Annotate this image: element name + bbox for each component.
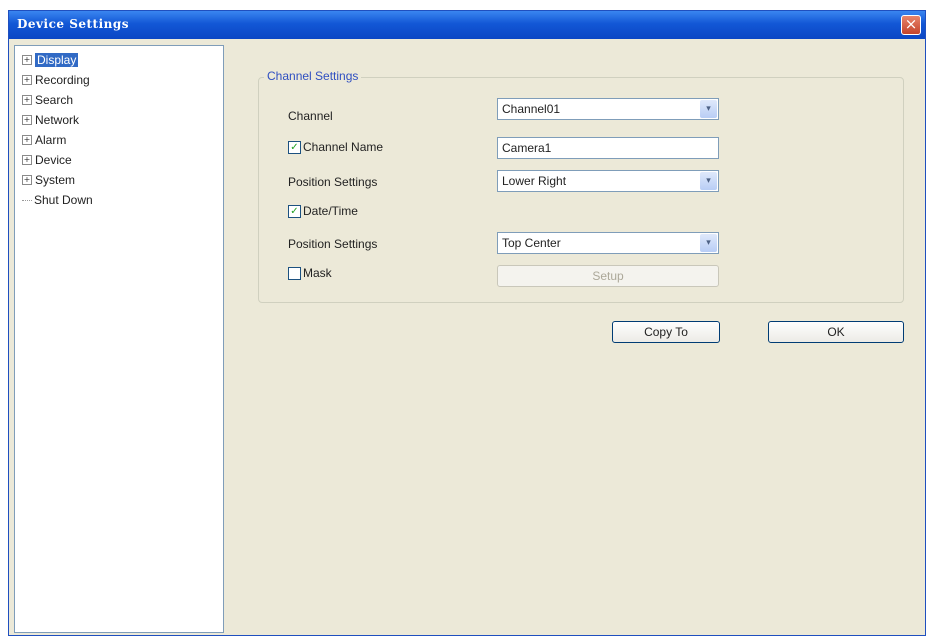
tree-connector <box>22 199 32 201</box>
tree-item-device[interactable]: + Device <box>22 152 72 168</box>
tree-item-label: Recording <box>35 73 90 87</box>
ok-button[interactable]: OK <box>768 321 904 343</box>
channel-name-value: Camera1 <box>502 141 552 155</box>
expand-icon[interactable]: + <box>22 115 32 125</box>
expand-icon[interactable]: + <box>22 175 32 185</box>
position-settings-value: Lower Right <box>502 174 567 188</box>
tree-item-network[interactable]: + Network <box>22 112 79 128</box>
chevron-down-icon[interactable]: ▾ <box>700 234 717 252</box>
channel-name-input[interactable]: Camera1 <box>497 137 719 159</box>
device-settings-window: Device Settings × + Display + Recording … <box>8 10 926 636</box>
tree-item-display[interactable]: + Display <box>22 52 79 68</box>
channel-name-checkbox[interactable]: ✓ <box>288 141 301 154</box>
datetime-label: Date/Time <box>303 204 358 218</box>
window-title: Device Settings <box>17 17 130 31</box>
tree-item-recording[interactable]: + Recording <box>22 72 90 88</box>
channel-name-label: Channel Name <box>303 140 384 154</box>
expand-icon[interactable]: + <box>22 155 32 165</box>
close-icon: × <box>904 15 918 33</box>
channel-settings-title: Channel Settings <box>264 69 362 83</box>
channel-value: Channel01 <box>502 102 561 116</box>
position-settings-label-2: Position Settings <box>288 237 378 251</box>
position-settings-dropdown-2[interactable]: Top Center ▾ <box>497 232 719 254</box>
close-button[interactable]: × <box>901 15 921 35</box>
tree-item-label: Shut Down <box>34 193 93 207</box>
expand-icon[interactable]: + <box>22 135 32 145</box>
tree-item-alarm[interactable]: + Alarm <box>22 132 66 148</box>
position-settings-label: Position Settings <box>288 175 378 189</box>
channel-dropdown[interactable]: Channel01 ▾ <box>497 98 719 120</box>
tree-item-system[interactable]: + System <box>22 172 75 188</box>
tree-item-label: Network <box>35 113 80 127</box>
setup-button[interactable]: Setup <box>497 265 719 287</box>
tree-item-label: Device <box>35 153 72 167</box>
tree-item-search[interactable]: + Search <box>22 92 73 108</box>
position-settings-value-2: Top Center <box>502 236 561 250</box>
mask-checkbox[interactable] <box>288 267 301 280</box>
copy-to-button[interactable]: Copy To <box>612 321 720 343</box>
expand-icon[interactable]: + <box>22 75 32 85</box>
tree-item-label: Search <box>35 93 74 107</box>
title-bar[interactable]: Device Settings × <box>9 11 925 39</box>
expand-icon[interactable]: + <box>22 95 32 105</box>
mask-label: Mask <box>303 266 332 280</box>
datetime-checkbox[interactable]: ✓ <box>288 205 301 218</box>
tree-item-label: Display <box>35 53 79 67</box>
tree-item-shut-down[interactable]: Shut Down <box>22 192 93 208</box>
tree-item-label: Alarm <box>35 133 67 147</box>
channel-label: Channel <box>288 109 333 123</box>
chevron-down-icon[interactable]: ▾ <box>700 100 717 118</box>
position-settings-dropdown[interactable]: Lower Right ▾ <box>497 170 719 192</box>
settings-tree: + Display + Recording + Search + Network… <box>14 45 224 633</box>
tree-item-label: System <box>35 173 76 187</box>
chevron-down-icon[interactable]: ▾ <box>700 172 717 190</box>
expand-icon[interactable]: + <box>22 55 32 65</box>
